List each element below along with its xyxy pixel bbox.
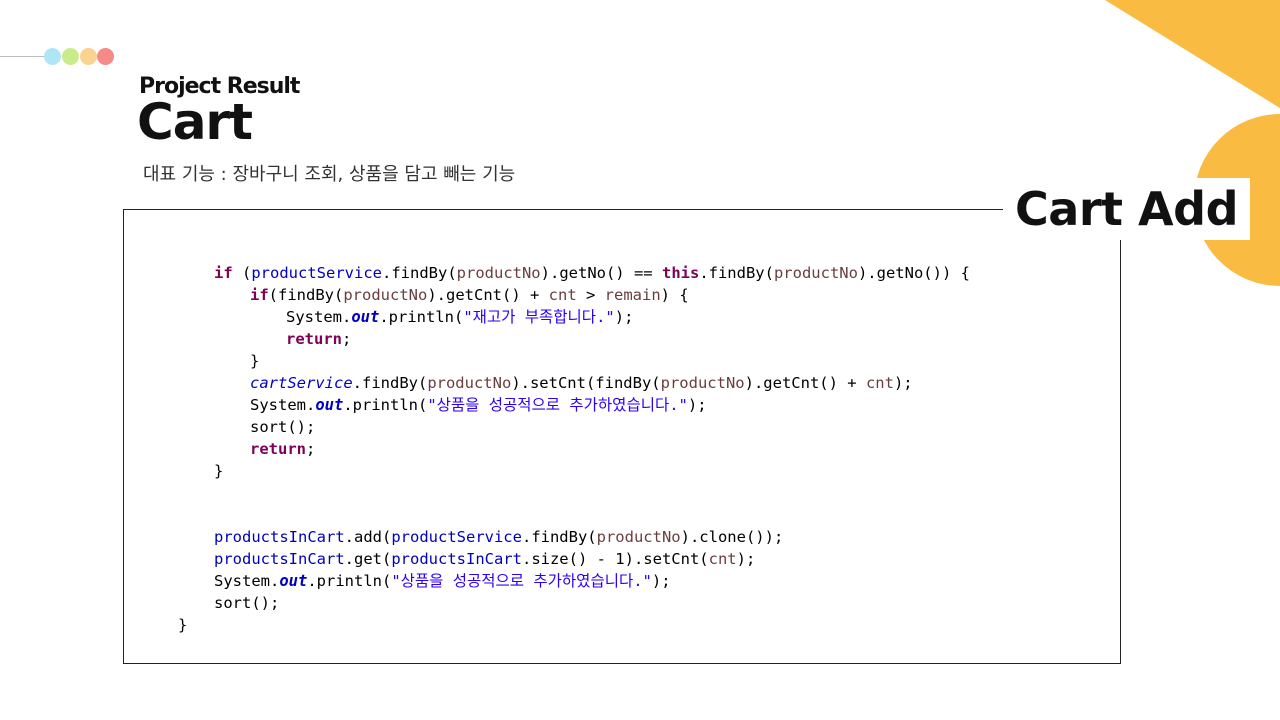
code-token: "상품을 성공적으로 추가하였습니다.": [427, 396, 688, 414]
code-line: sort();: [250, 418, 316, 436]
code-token: remain: [604, 286, 661, 304]
code-token: "재고가 부족합니다.": [463, 308, 615, 326]
code-token: productNo: [773, 264, 858, 282]
code-token: productNo: [596, 528, 681, 546]
code-line: }: [214, 462, 224, 480]
code-line: return;: [286, 330, 352, 348]
code-token: cartService: [250, 374, 353, 392]
code-token: productService: [251, 264, 382, 282]
code-token: return: [286, 330, 342, 348]
code-token: if: [214, 264, 233, 282]
code-line: if (productService.findBy(productNo).get…: [214, 264, 970, 282]
panel-heading: Cart Add: [1003, 178, 1250, 240]
code-line: productsInCart.get(productsInCart.size()…: [214, 550, 756, 568]
code-line: if(findBy(productNo).getCnt() + cnt > re…: [250, 286, 689, 304]
code-token: out: [351, 308, 380, 326]
page-description: 대표 기능 : 장바구니 조회, 상품을 담고 빼는 기능: [143, 164, 516, 185]
code-line: }: [250, 352, 260, 370]
code-line: }: [178, 616, 188, 634]
code-token: productsInCart: [214, 528, 345, 546]
decorative-dot-cyan: [44, 48, 61, 65]
code-token: productNo: [343, 286, 428, 304]
code-token: productNo: [456, 264, 541, 282]
code-token: if: [250, 286, 269, 304]
code-token: cnt: [865, 374, 894, 392]
code-token: productsInCart: [391, 550, 522, 568]
code-line: return;: [250, 440, 316, 458]
code-line: System.out.println("상품을 성공적으로 추가하였습니다.")…: [214, 572, 671, 590]
code-token: "상품을 성공적으로 추가하였습니다.": [391, 572, 652, 590]
code-token: this: [661, 264, 700, 282]
code-line: System.out.println("상품을 성공적으로 추가하였습니다.")…: [250, 396, 707, 414]
code-token: productNo: [660, 374, 745, 392]
yellow-triangle-shape: [1105, 0, 1280, 108]
code-token: cnt: [708, 550, 737, 568]
code-token: cnt: [548, 286, 577, 304]
code-token: out: [279, 572, 308, 590]
decorative-dot-red: [97, 48, 114, 65]
code-line: System.out.println("재고가 부족합니다.");: [286, 308, 634, 326]
page-title: Cart: [137, 93, 253, 151]
code-token: productNo: [427, 374, 512, 392]
code-token: out: [315, 396, 344, 414]
decorative-dot-green: [62, 48, 79, 65]
code-token: return: [250, 440, 306, 458]
code-line: cartService.findBy(productNo).setCnt(fin…: [250, 374, 913, 392]
code-line: sort();: [214, 594, 280, 612]
code-line: productsInCart.add(productService.findBy…: [214, 528, 784, 546]
code-token: productsInCart: [214, 550, 345, 568]
decorative-dot-orange: [80, 48, 97, 65]
code-token: productService: [391, 528, 522, 546]
